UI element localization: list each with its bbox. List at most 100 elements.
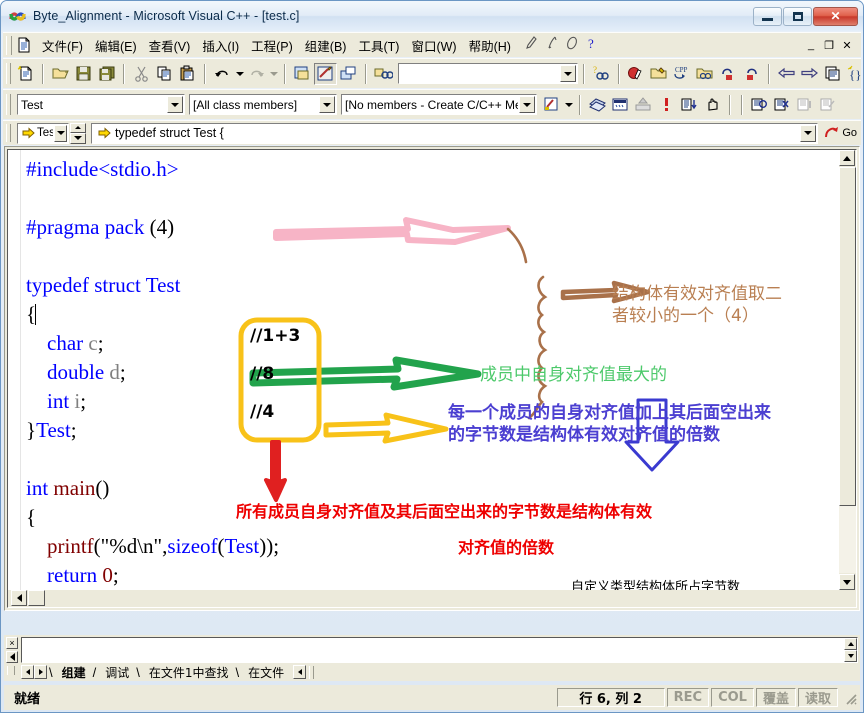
mdi-minimize-button[interactable]: _ bbox=[803, 37, 819, 53]
stop-build-icon[interactable] bbox=[632, 94, 655, 116]
output-scroll-up[interactable] bbox=[844, 638, 857, 650]
wizard-toolbar-grip[interactable] bbox=[6, 94, 11, 115]
selection-margin[interactable] bbox=[8, 150, 21, 590]
tabs-grip[interactable] bbox=[309, 665, 315, 679]
step-into-icon[interactable] bbox=[678, 94, 701, 116]
toolbar-grip[interactable] bbox=[6, 63, 11, 84]
go-debug-icon[interactable] bbox=[717, 63, 740, 85]
menubar-grip[interactable] bbox=[6, 35, 12, 55]
tab-find-in-files-2[interactable]: 在文件 bbox=[239, 664, 291, 681]
redo-dropdown-icon[interactable] bbox=[268, 63, 279, 85]
filter-combo[interactable]: [All class members] bbox=[189, 94, 337, 115]
wizardbar-grip[interactable] bbox=[6, 124, 11, 142]
find-combo[interactable] bbox=[398, 63, 578, 84]
resize-grip-icon[interactable] bbox=[843, 691, 857, 705]
open-folder-icon[interactable] bbox=[49, 63, 72, 85]
output-vertical-scrollbar[interactable] bbox=[844, 638, 857, 662]
scope-combo[interactable]: Tes bbox=[17, 122, 69, 144]
quill-icon[interactable] bbox=[546, 35, 558, 56]
scroll-down-button[interactable] bbox=[839, 574, 855, 590]
scroll-up-button[interactable] bbox=[839, 150, 855, 166]
find-in-files-icon[interactable] bbox=[372, 63, 395, 85]
navigate-back-icon[interactable] bbox=[775, 63, 798, 85]
mdi-close-button[interactable]: ✕ bbox=[839, 37, 855, 53]
class-view-icon[interactable] bbox=[540, 94, 563, 116]
navigate-forward-icon[interactable] bbox=[798, 63, 821, 85]
go-button[interactable]: Go bbox=[824, 124, 857, 143]
member-combo-dropdown[interactable] bbox=[519, 96, 535, 113]
tab-prev-button[interactable] bbox=[21, 665, 34, 679]
edit-breakpoints-icon[interactable] bbox=[817, 94, 840, 116]
new-text-file-icon[interactable] bbox=[14, 63, 37, 85]
output-scroll-down[interactable] bbox=[844, 650, 857, 662]
output-text-area[interactable] bbox=[21, 637, 858, 663]
restart-debug-icon[interactable] bbox=[740, 63, 763, 85]
tab-debug[interactable]: 调试 bbox=[96, 664, 136, 681]
code-editor[interactable]: #include<stdio.h> #pragma pack (4) typed… bbox=[8, 150, 839, 590]
menu-view[interactable]: 查看(V) bbox=[143, 33, 197, 58]
insert-breakpoint-icon[interactable] bbox=[748, 94, 771, 116]
ellipse-icon[interactable] bbox=[565, 35, 579, 56]
build-icon[interactable] bbox=[648, 63, 671, 85]
redo-icon[interactable] bbox=[245, 63, 268, 85]
scope-combo-dropdown[interactable] bbox=[54, 124, 67, 142]
class-combo[interactable]: Test bbox=[17, 94, 185, 115]
location-combo[interactable]: typedef struct Test { bbox=[91, 122, 819, 144]
paste-icon[interactable] bbox=[176, 63, 199, 85]
hand-icon[interactable] bbox=[701, 94, 724, 116]
build-project-icon[interactable] bbox=[609, 94, 632, 116]
output-close-button[interactable]: × bbox=[6, 637, 18, 649]
output-scroll-up-button[interactable] bbox=[6, 651, 18, 663]
editor-vertical-scrollbar[interactable] bbox=[839, 150, 856, 590]
pencil-icon[interactable] bbox=[525, 35, 539, 56]
scope-spinner[interactable] bbox=[70, 122, 86, 144]
menu-project[interactable]: 工程(P) bbox=[245, 33, 299, 58]
compile-file-icon[interactable] bbox=[586, 94, 609, 116]
remove-breakpoints-icon[interactable] bbox=[771, 94, 794, 116]
braces-icon[interactable]: {} bbox=[844, 63, 863, 85]
menu-file[interactable]: 文件(F) bbox=[36, 33, 89, 58]
output-window-icon[interactable] bbox=[314, 62, 337, 85]
member-combo[interactable]: [No members - Create C/C++ Memb bbox=[341, 94, 537, 115]
class-combo-dropdown[interactable] bbox=[167, 96, 183, 113]
mdi-restore-button[interactable]: ❐ bbox=[821, 37, 837, 53]
help-question-icon[interactable]: ? bbox=[586, 35, 598, 56]
window-list-icon[interactable] bbox=[337, 63, 360, 85]
minimize-button[interactable] bbox=[753, 6, 782, 26]
tab-find-in-files-1[interactable]: 在文件1中查找 bbox=[140, 664, 236, 681]
filter-combo-dropdown[interactable] bbox=[319, 96, 335, 113]
tab-scroll-button[interactable] bbox=[293, 665, 307, 679]
menu-edit[interactable]: 编辑(E) bbox=[89, 33, 143, 58]
disable-breakpoints-icon[interactable] bbox=[794, 94, 817, 116]
execute-program-icon[interactable] bbox=[694, 63, 717, 85]
close-button[interactable]: ✕ bbox=[813, 6, 858, 26]
hscroll-thumb[interactable] bbox=[28, 590, 45, 606]
undo-dropdown-icon[interactable] bbox=[234, 63, 245, 85]
undo-icon[interactable] bbox=[211, 63, 234, 85]
tab-build[interactable]: 组建 bbox=[53, 664, 93, 681]
output-grip[interactable] bbox=[7, 666, 15, 675]
copy-icon[interactable] bbox=[153, 63, 176, 85]
scope-spinner-up[interactable] bbox=[70, 122, 86, 133]
save-icon[interactable] bbox=[72, 63, 95, 85]
scroll-left-button[interactable] bbox=[11, 590, 27, 606]
menu-insert[interactable]: 插入(I) bbox=[196, 33, 245, 58]
tab-next-button[interactable] bbox=[34, 665, 47, 679]
menu-help[interactable]: 帮助(H) bbox=[463, 33, 517, 58]
compile-icon[interactable] bbox=[625, 63, 648, 85]
clipboard-list-icon[interactable] bbox=[821, 63, 844, 85]
maximize-button[interactable] bbox=[783, 6, 812, 26]
cut-icon[interactable] bbox=[130, 63, 153, 85]
class-view-dropdown-icon[interactable] bbox=[563, 94, 574, 116]
vscroll-thumb[interactable] bbox=[839, 167, 856, 506]
editor-horizontal-scrollbar[interactable] bbox=[8, 590, 839, 607]
source-code[interactable]: #include<stdio.h> #pragma pack (4) typed… bbox=[26, 155, 279, 590]
save-all-icon[interactable] bbox=[95, 63, 118, 85]
menu-tools[interactable]: 工具(T) bbox=[352, 33, 405, 58]
location-combo-dropdown[interactable] bbox=[800, 124, 817, 142]
menu-build[interactable]: 组建(B) bbox=[299, 33, 353, 58]
menu-window[interactable]: 窗口(W) bbox=[405, 33, 462, 58]
execute-icon[interactable] bbox=[655, 94, 678, 116]
build-cpp-icon[interactable]: CPP bbox=[671, 63, 694, 85]
find-dropdown-button[interactable] bbox=[560, 65, 576, 82]
